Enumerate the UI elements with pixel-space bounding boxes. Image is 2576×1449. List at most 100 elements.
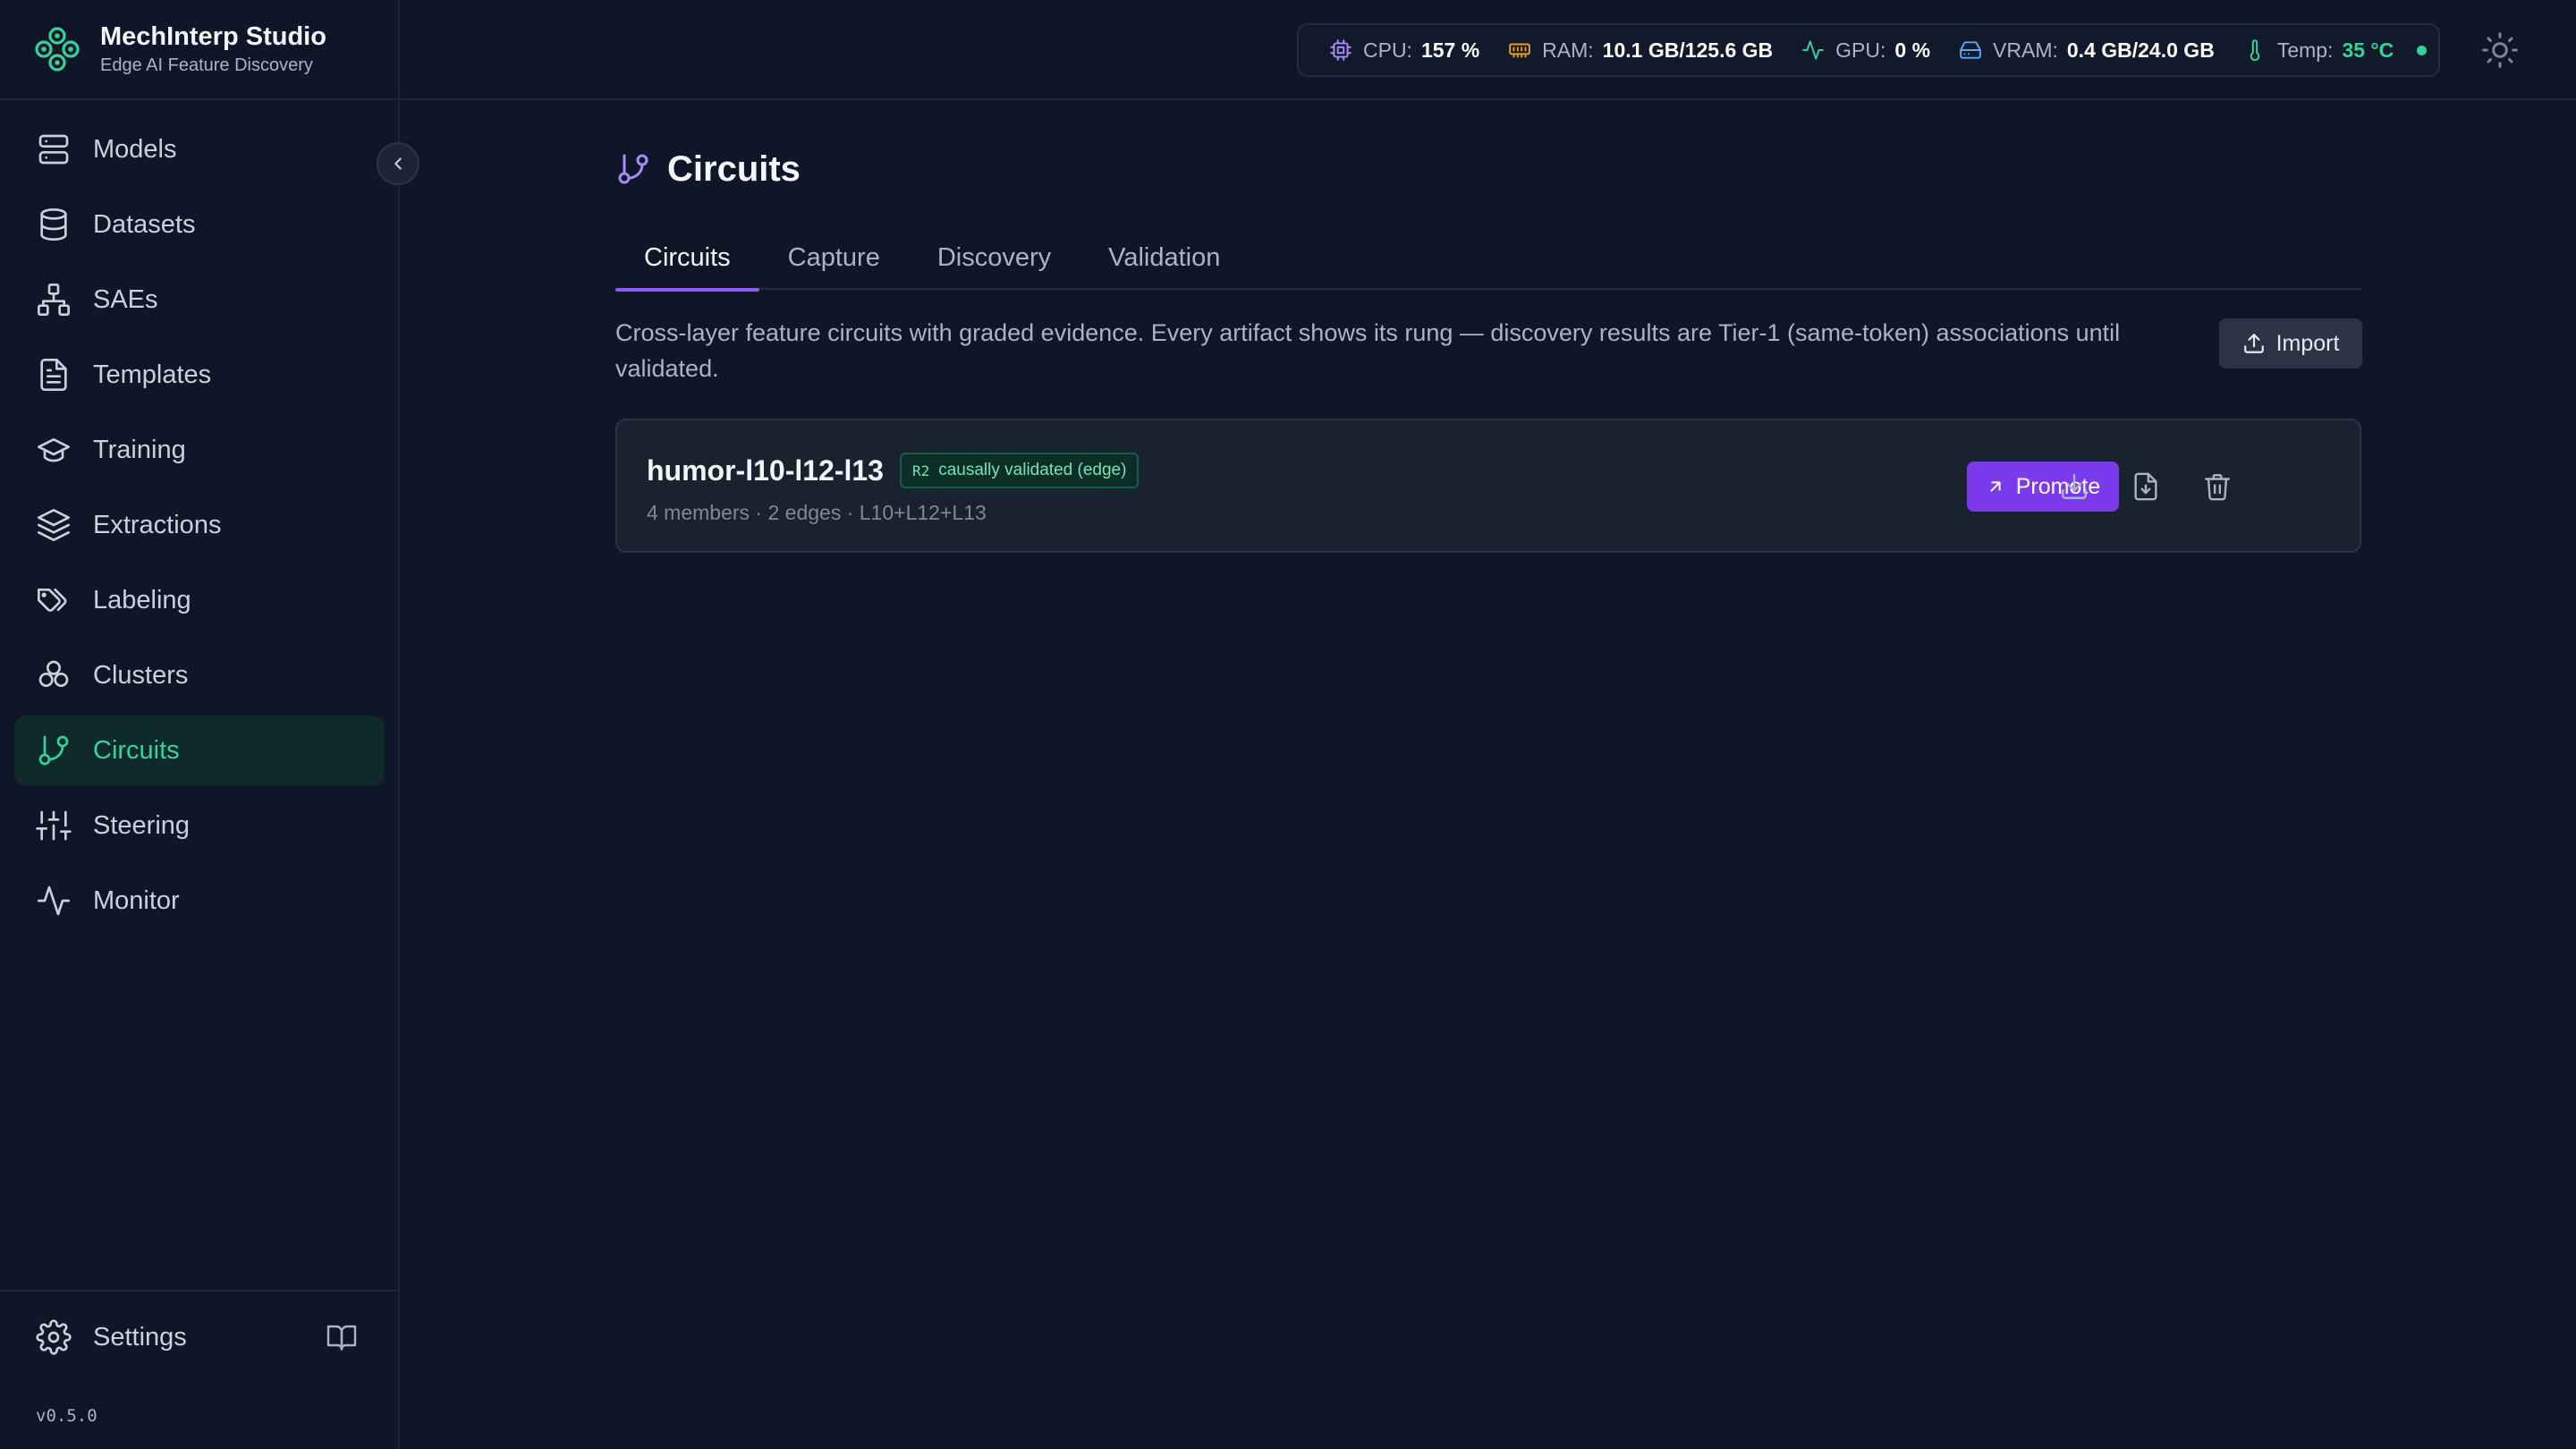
sidebar-footer: Settings v0.5.0 xyxy=(0,1290,398,1426)
download-button[interactable] xyxy=(2056,469,2092,504)
sidebar-item-label: Models xyxy=(93,134,177,164)
clusters-icon xyxy=(36,657,72,693)
version-label: v0.5.0 xyxy=(36,1406,97,1426)
file-download-icon xyxy=(2134,472,2157,501)
status-dot xyxy=(2417,45,2428,55)
book-open-icon[interactable] xyxy=(326,1321,358,1353)
page-description: Cross-layer feature circuits with graded… xyxy=(615,319,2121,382)
tab-bar: Circuits Capture Discovery Validation xyxy=(615,225,2361,292)
circuit-name: humor-l10-l12-l13 xyxy=(647,453,884,487)
cluster-logo-icon xyxy=(35,27,80,72)
metric-temp-label: Temp: xyxy=(2276,38,2334,62)
sidebar-item-label: SAEs xyxy=(93,284,158,314)
layers-icon xyxy=(36,507,72,543)
git-branch-icon xyxy=(36,733,72,768)
top-bar: CPU: 157 % RAM: 10.1 GB/125.6 GB GPU: 0 … xyxy=(400,0,2576,100)
export-file-button[interactable] xyxy=(2128,469,2164,504)
badge-rung: R2 xyxy=(911,462,930,479)
sidebar-item-datasets[interactable]: Datasets xyxy=(14,190,385,259)
network-icon xyxy=(36,282,72,318)
database-icon xyxy=(36,207,72,242)
sidebar-nav: Models Datasets SAEs Templates Training … xyxy=(14,114,385,941)
sidebar-item-monitor[interactable]: Monitor xyxy=(14,866,385,936)
download-icon xyxy=(2062,474,2087,499)
page-title: Circuits xyxy=(615,147,801,191)
import-button[interactable]: Import xyxy=(2219,318,2362,369)
sidebar-item-labeling[interactable]: Labeling xyxy=(14,565,385,635)
sun-icon xyxy=(2482,32,2518,68)
metric-temp: Temp: 35 °C xyxy=(2243,38,2428,63)
brand-header[interactable]: MechInterp Studio Edge AI Feature Discov… xyxy=(0,0,398,100)
metric-gpu-label: GPU: xyxy=(1835,38,1886,62)
sidebar-item-label: Labeling xyxy=(93,585,191,614)
server-icon xyxy=(36,131,72,167)
trash-icon xyxy=(2205,474,2230,501)
collapse-sidebar-button[interactable] xyxy=(377,142,419,185)
thermometer-icon xyxy=(2243,38,2267,62)
sidebar-item-training[interactable]: Training xyxy=(14,415,385,485)
badge-text: causally validated (edge) xyxy=(938,461,1127,479)
chevron-left-icon xyxy=(394,157,402,170)
metric-gpu-value: 0 % xyxy=(1894,38,1931,62)
hard-drive-icon xyxy=(1959,38,1982,62)
sidebar-item-label: Datasets xyxy=(93,209,196,239)
memory-icon xyxy=(1508,38,1531,62)
system-metrics: CPU: 157 % RAM: 10.1 GB/125.6 GB GPU: 0 … xyxy=(1297,23,2440,77)
sidebar-item-label: Templates xyxy=(93,360,212,389)
app-title: MechInterp Studio xyxy=(100,22,326,51)
sidebar-item-label: Circuits xyxy=(93,735,180,765)
cpu-icon xyxy=(1329,38,1352,62)
sidebar-item-settings[interactable]: Settings xyxy=(14,1306,385,1368)
settings-label: Settings xyxy=(93,1322,187,1352)
activity-icon xyxy=(1801,38,1825,62)
circuit-title-row: humor-l10-l12-l13 R2 causally validated … xyxy=(647,453,1140,488)
metric-ram: RAM: 10.1 GB/125.6 GB xyxy=(1508,38,1773,63)
tab-discovery[interactable]: Discovery xyxy=(909,225,1080,290)
sidebar-item-circuits[interactable]: Circuits xyxy=(14,716,385,785)
sidebar: MechInterp Studio Edge AI Feature Discov… xyxy=(0,0,400,1449)
app-subtitle: Edge AI Feature Discovery xyxy=(100,55,313,75)
sidebar-item-label: Steering xyxy=(93,810,191,840)
app-root: MechInterp Studio Edge AI Feature Discov… xyxy=(0,0,2576,1449)
metric-temp-value: 35 °C xyxy=(2342,38,2394,62)
metric-ram-label: RAM: xyxy=(1542,38,1594,62)
metric-cpu: CPU: 157 % xyxy=(1329,38,1479,63)
metric-vram-value: 0.4 GB/24.0 GB xyxy=(2066,38,2215,62)
arrow-up-right-icon xyxy=(1990,481,2001,492)
activity-icon xyxy=(36,883,72,919)
metric-vram-label: VRAM: xyxy=(1993,38,2058,62)
circuit-card[interactable]: humor-l10-l12-l13 R2 causally validated … xyxy=(615,419,2361,553)
page-heading: Circuits xyxy=(667,148,801,189)
upload-icon xyxy=(2243,334,2264,353)
theme-toggle-button[interactable] xyxy=(2480,30,2520,70)
sidebar-item-steering[interactable]: Steering xyxy=(14,791,385,860)
tags-icon xyxy=(36,582,72,618)
metric-vram: VRAM: 0.4 GB/24.0 GB xyxy=(1959,38,2215,63)
tab-capture[interactable]: Capture xyxy=(759,225,909,290)
import-label: Import xyxy=(2275,330,2340,356)
sidebar-item-label: Monitor xyxy=(93,886,180,915)
git-branch-icon xyxy=(615,151,651,187)
gear-icon xyxy=(36,1319,72,1355)
metric-gpu: GPU: 0 % xyxy=(1801,38,1930,63)
tab-circuits[interactable]: Circuits xyxy=(615,225,759,292)
graduation-cap-icon xyxy=(36,432,72,468)
delete-button[interactable] xyxy=(2199,469,2235,504)
metric-ram-value: 10.1 GB/125.6 GB xyxy=(1602,38,1774,62)
sidebar-item-label: Training xyxy=(93,435,186,464)
sidebar-item-models[interactable]: Models xyxy=(14,114,385,184)
sidebar-item-extractions[interactable]: Extractions xyxy=(14,490,385,560)
metric-cpu-value: 157 % xyxy=(1420,38,1480,62)
metric-cpu-label: CPU: xyxy=(1363,38,1412,62)
sidebar-item-saes[interactable]: SAEs xyxy=(14,265,385,335)
tab-validation[interactable]: Validation xyxy=(1080,225,1249,290)
sliders-icon xyxy=(36,808,72,843)
status-badge: R2 causally validated (edge) xyxy=(899,453,1140,488)
sidebar-item-label: Clusters xyxy=(93,660,189,690)
promote-button[interactable]: Promote xyxy=(1967,462,2119,512)
sidebar-item-label: Extractions xyxy=(93,510,222,539)
sidebar-item-templates[interactable]: Templates xyxy=(14,340,385,410)
circuit-meta: 4 members · 2 edges · L10+L12+L13 xyxy=(647,501,987,524)
sidebar-item-clusters[interactable]: Clusters xyxy=(14,640,385,710)
file-text-icon xyxy=(36,357,72,393)
